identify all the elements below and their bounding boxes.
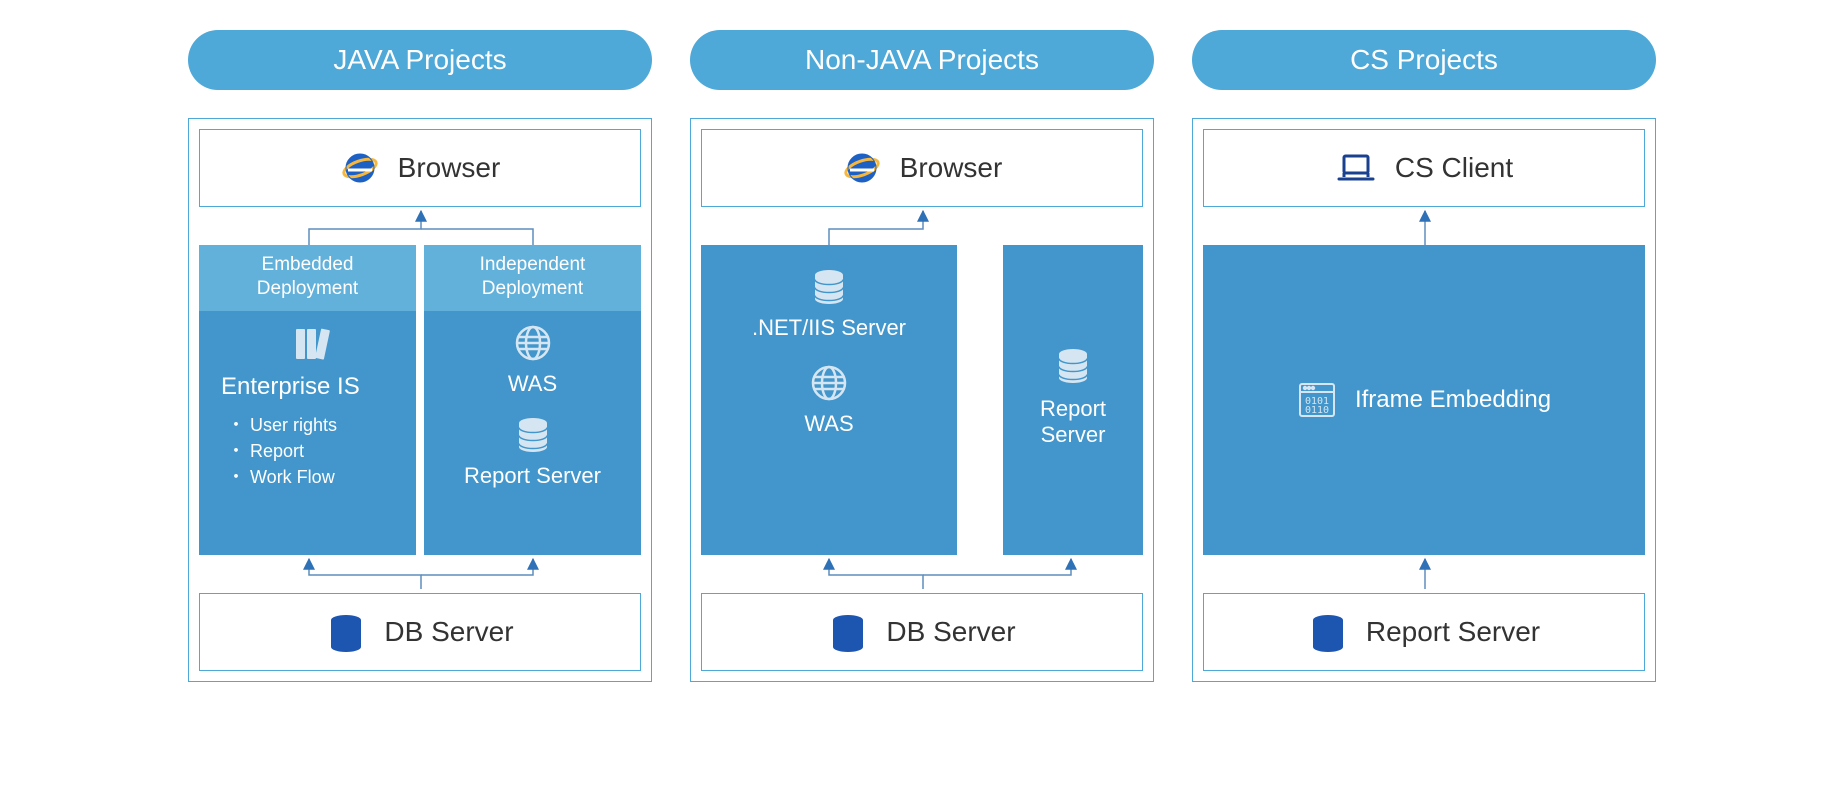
block-label: WAS	[804, 411, 853, 437]
db-icon	[326, 612, 366, 652]
top-box-label: Browser	[900, 152, 1003, 184]
connector-bottom	[1203, 555, 1645, 593]
db-icon	[513, 415, 553, 455]
connector-top	[1203, 207, 1645, 245]
db-icon	[1053, 346, 1093, 386]
panel-independent: Independent Deployment WAS Report Server	[424, 245, 641, 555]
panel-bullets: User rights Report Work Flow	[221, 411, 337, 489]
bottom-box-label: DB Server	[384, 616, 513, 648]
top-box-browser: Browser	[199, 129, 641, 207]
arrow-left-icon	[957, 385, 1003, 405]
connector-top	[199, 207, 641, 245]
column-card: Browser .NET/IIS Server WAS	[690, 118, 1154, 682]
bottom-box-label: DB Server	[886, 616, 1015, 648]
top-box-browser: Browser	[701, 129, 1143, 207]
panel-title: Enterprise IS	[221, 373, 360, 401]
block-label: WAS	[508, 371, 557, 397]
connector-top	[701, 207, 1143, 245]
bottom-box-db: DB Server	[199, 593, 641, 671]
panel-header: Independent Deployment	[424, 245, 641, 311]
db-icon	[1308, 612, 1348, 652]
connector-bottom	[199, 555, 641, 593]
globe-icon	[809, 363, 849, 403]
top-box-label: CS Client	[1395, 152, 1513, 184]
panel-reportserver: Report Server	[1003, 245, 1143, 555]
panel-header: Embedded Deployment	[199, 245, 416, 311]
db-icon	[828, 612, 868, 652]
architecture-diagram: JAVA Projects Browser Embedded Deploymen…	[20, 30, 1824, 682]
panel-embedded: Embedded Deployment Enterprise IS User r…	[199, 245, 416, 555]
connector-bottom	[701, 555, 1143, 593]
column-title: JAVA Projects	[188, 30, 652, 90]
block-label: Report Server	[464, 463, 601, 489]
bottom-box-db: DB Server	[701, 593, 1143, 671]
ie-icon	[842, 148, 882, 188]
books-icon	[290, 323, 334, 365]
block-label: Report Server	[1017, 396, 1129, 448]
column-title: Non-JAVA Projects	[690, 30, 1154, 90]
laptop-icon	[1335, 149, 1377, 187]
column-card: CS Client Iframe Embedding Report Server	[1192, 118, 1656, 682]
column-card: Browser Embedded Deployment Enterprise I…	[188, 118, 652, 682]
bottom-box-reportserver: Report Server	[1203, 593, 1645, 671]
db-icon	[809, 267, 849, 307]
ie-icon	[340, 148, 380, 188]
top-box-label: Browser	[398, 152, 501, 184]
column-title: CS Projects	[1192, 30, 1656, 90]
panel-iframe: Iframe Embedding	[1203, 245, 1645, 555]
column-nonjava: Non-JAVA Projects Browser .NET/IIS Serve…	[690, 30, 1154, 682]
column-java: JAVA Projects Browser Embedded Deploymen…	[188, 30, 652, 682]
block-label: .NET/IIS Server	[752, 315, 906, 341]
column-cs: CS Projects CS Client Iframe Embedding	[1192, 30, 1656, 682]
globe-icon	[513, 323, 553, 363]
binary-window-icon	[1297, 380, 1337, 420]
bottom-box-label: Report Server	[1366, 616, 1540, 648]
panel-netiis: .NET/IIS Server WAS	[701, 245, 957, 555]
top-box-client: CS Client	[1203, 129, 1645, 207]
panel-label: Iframe Embedding	[1355, 386, 1551, 414]
